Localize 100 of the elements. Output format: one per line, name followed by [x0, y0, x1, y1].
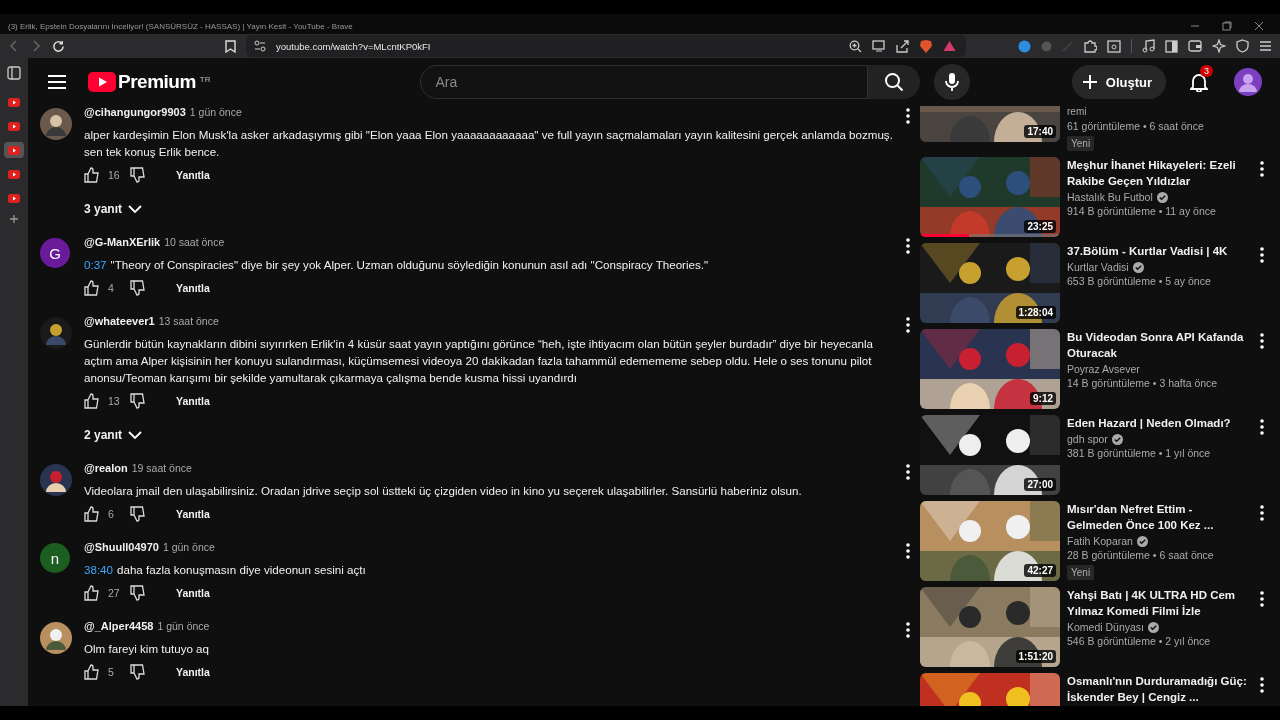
reply-button[interactable]: Yanıtla [170, 583, 216, 603]
more-options-icon[interactable] [1260, 677, 1264, 693]
chevron-down-icon[interactable] [128, 204, 142, 214]
like-icon[interactable] [84, 393, 100, 409]
avatar[interactable] [40, 622, 72, 654]
create-button[interactable]: Oluştur [1071, 65, 1166, 99]
channel-name[interactable]: Fatih Koparan [1067, 535, 1133, 547]
restore-icon[interactable] [1222, 21, 1232, 31]
avatar[interactable]: n [40, 543, 70, 573]
reply-button[interactable]: Yanıtla [170, 504, 216, 524]
microphone-button[interactable] [934, 64, 971, 100]
sidebar-panel-icon[interactable] [7, 66, 21, 80]
video-title[interactable]: Bu Videodan Sonra API Kafanda Oturacak [1067, 329, 1249, 361]
more-options-icon[interactable] [1260, 247, 1264, 263]
more-options-icon[interactable] [906, 108, 910, 124]
timestamp-link[interactable]: 0:37 [84, 258, 107, 271]
dislike-icon[interactable] [130, 664, 146, 680]
reply-button[interactable]: Yanıtla [170, 391, 216, 411]
youtube-icon[interactable] [8, 121, 20, 131]
back-icon[interactable] [8, 40, 20, 52]
forward-icon[interactable] [30, 40, 42, 52]
like-icon[interactable] [84, 506, 100, 522]
like-icon[interactable] [84, 585, 100, 601]
like-icon[interactable] [84, 664, 100, 680]
video-title[interactable]: 37.Bölüm - Kurtlar Vadisi | 4K [1067, 243, 1249, 259]
close-icon[interactable] [1254, 21, 1264, 31]
channel-name[interactable]: Hastalık Bu Futbol [1067, 191, 1153, 203]
puzzle-icon [1083, 39, 1097, 53]
comment-time[interactable]: 19 saat önce [131, 462, 192, 474]
menu-icon[interactable] [1259, 40, 1272, 52]
more-options-icon[interactable] [1260, 505, 1264, 521]
replies-toggle[interactable]: 3 yanıt [84, 198, 142, 220]
reply-button[interactable]: Yanıtla [170, 165, 216, 185]
youtube-icon[interactable] [8, 169, 20, 179]
duration-badge: 23:25 [1024, 220, 1056, 233]
youtube-premium-logo[interactable]: Premium $^{TR}$ [88, 71, 211, 93]
comment-time[interactable]: 1 gün önce [157, 620, 210, 632]
like-count: 5 [108, 666, 115, 678]
dislike-icon[interactable] [130, 506, 146, 522]
avatar[interactable] [40, 464, 72, 496]
timestamp-link[interactable]: 38:40 [84, 563, 113, 576]
more-options-icon[interactable] [906, 464, 910, 480]
video-title[interactable]: Mısır'dan Nefret Ettim - Gelmeden Önce 100 Kez ... [1067, 501, 1249, 533]
search-field[interactable]: Ara [420, 65, 869, 99]
replies-toggle[interactable]: 2 yanıt [84, 424, 142, 446]
comment-author[interactable]: @Shuull04970 [84, 541, 159, 553]
address-bar[interactable]: youtube.com/watch?v=MLcntKP0kFI [246, 35, 966, 57]
dislike-icon[interactable] [130, 585, 146, 601]
comment-text: Videolara jmail den ulaşabilirsiniz. Oradan jdrive seçip sol üstteki üç çizgiden video in kino yu seçerek ulaşabilirler. Sansürlü haberiniz olsun. [84, 483, 803, 499]
channel-name[interactable]: Kurtlar Vadisi [1067, 261, 1129, 273]
comment-author[interactable]: @realon [84, 462, 128, 474]
avatar[interactable] [40, 317, 72, 349]
chevron-down-icon[interactable] [128, 430, 142, 440]
more-options-icon[interactable] [1260, 161, 1264, 177]
more-options-icon[interactable] [906, 238, 910, 254]
comment-time[interactable]: 1 gün önce [162, 541, 215, 553]
comment-author[interactable]: @G-ManXErlik [84, 236, 161, 248]
youtube-icon[interactable] [8, 193, 20, 203]
video-title[interactable]: remi [1067, 106, 1280, 118]
like-icon[interactable] [84, 167, 100, 183]
youtube-icon[interactable] [8, 97, 20, 107]
like-count: 13 [108, 395, 121, 407]
comment-author[interactable]: @whateever1 [84, 315, 155, 327]
side-panel-tab[interactable] [4, 142, 24, 158]
video-title[interactable]: Yahşi Batı | 4K ULTRA HD Cem Yılmaz Komedi Filmi İzle [1067, 587, 1249, 619]
search-icon[interactable] [884, 72, 905, 92]
more-options-icon[interactable] [1260, 333, 1264, 349]
comment-time[interactable]: 10 saat önce [164, 236, 225, 248]
youtube-icon[interactable] [8, 145, 20, 155]
more-options-icon[interactable] [906, 543, 910, 559]
video-title[interactable]: Meşhur İhanet Hikayeleri: Ezeli Rakibe Geçen Yıldızlar [1067, 157, 1249, 189]
comment-time[interactable]: 13 saat önce [158, 315, 219, 327]
comment-time[interactable]: 1 gün önce [189, 106, 242, 118]
avatar[interactable]: G [40, 238, 70, 268]
bookmark-icon[interactable] [225, 39, 236, 53]
more-options-icon[interactable] [1260, 419, 1264, 435]
channel-name[interactable]: gdh spor [1067, 433, 1108, 445]
dislike-icon[interactable] [130, 393, 146, 409]
comment-author[interactable]: @cihangungor9903 [84, 106, 186, 118]
more-options-icon[interactable] [906, 317, 910, 333]
like-count: 6 [108, 508, 115, 520]
dislike-icon[interactable] [130, 280, 146, 296]
video-title[interactable]: Osmanlı'nın Durduramadığı Güç: İskender Bey | Cengiz ... [1067, 673, 1249, 705]
comment-author[interactable]: @_Alper4458 [84, 620, 154, 632]
reply-button[interactable]: Yanıtla [170, 662, 216, 682]
notification-bell-icon[interactable] [1190, 72, 1208, 92]
microphone-icon[interactable] [945, 72, 960, 92]
account-avatar[interactable] [1234, 68, 1262, 96]
like-icon[interactable] [84, 280, 100, 296]
more-options-icon[interactable] [1260, 591, 1264, 607]
more-options-icon[interactable] [906, 622, 910, 638]
reply-button[interactable]: Yanıtla [170, 278, 216, 298]
avatar[interactable] [40, 108, 72, 140]
search-button[interactable] [868, 65, 921, 99]
screenshot-icon [1107, 39, 1121, 53]
reload-icon[interactable] [52, 39, 65, 53]
dislike-icon[interactable] [130, 167, 146, 183]
video-title[interactable]: Eden Hazard | Neden Olmadı? [1067, 415, 1249, 431]
channel-name[interactable]: Poyraz Avsever [1067, 363, 1140, 375]
channel-name[interactable]: Komedi Dünyası [1067, 621, 1145, 633]
